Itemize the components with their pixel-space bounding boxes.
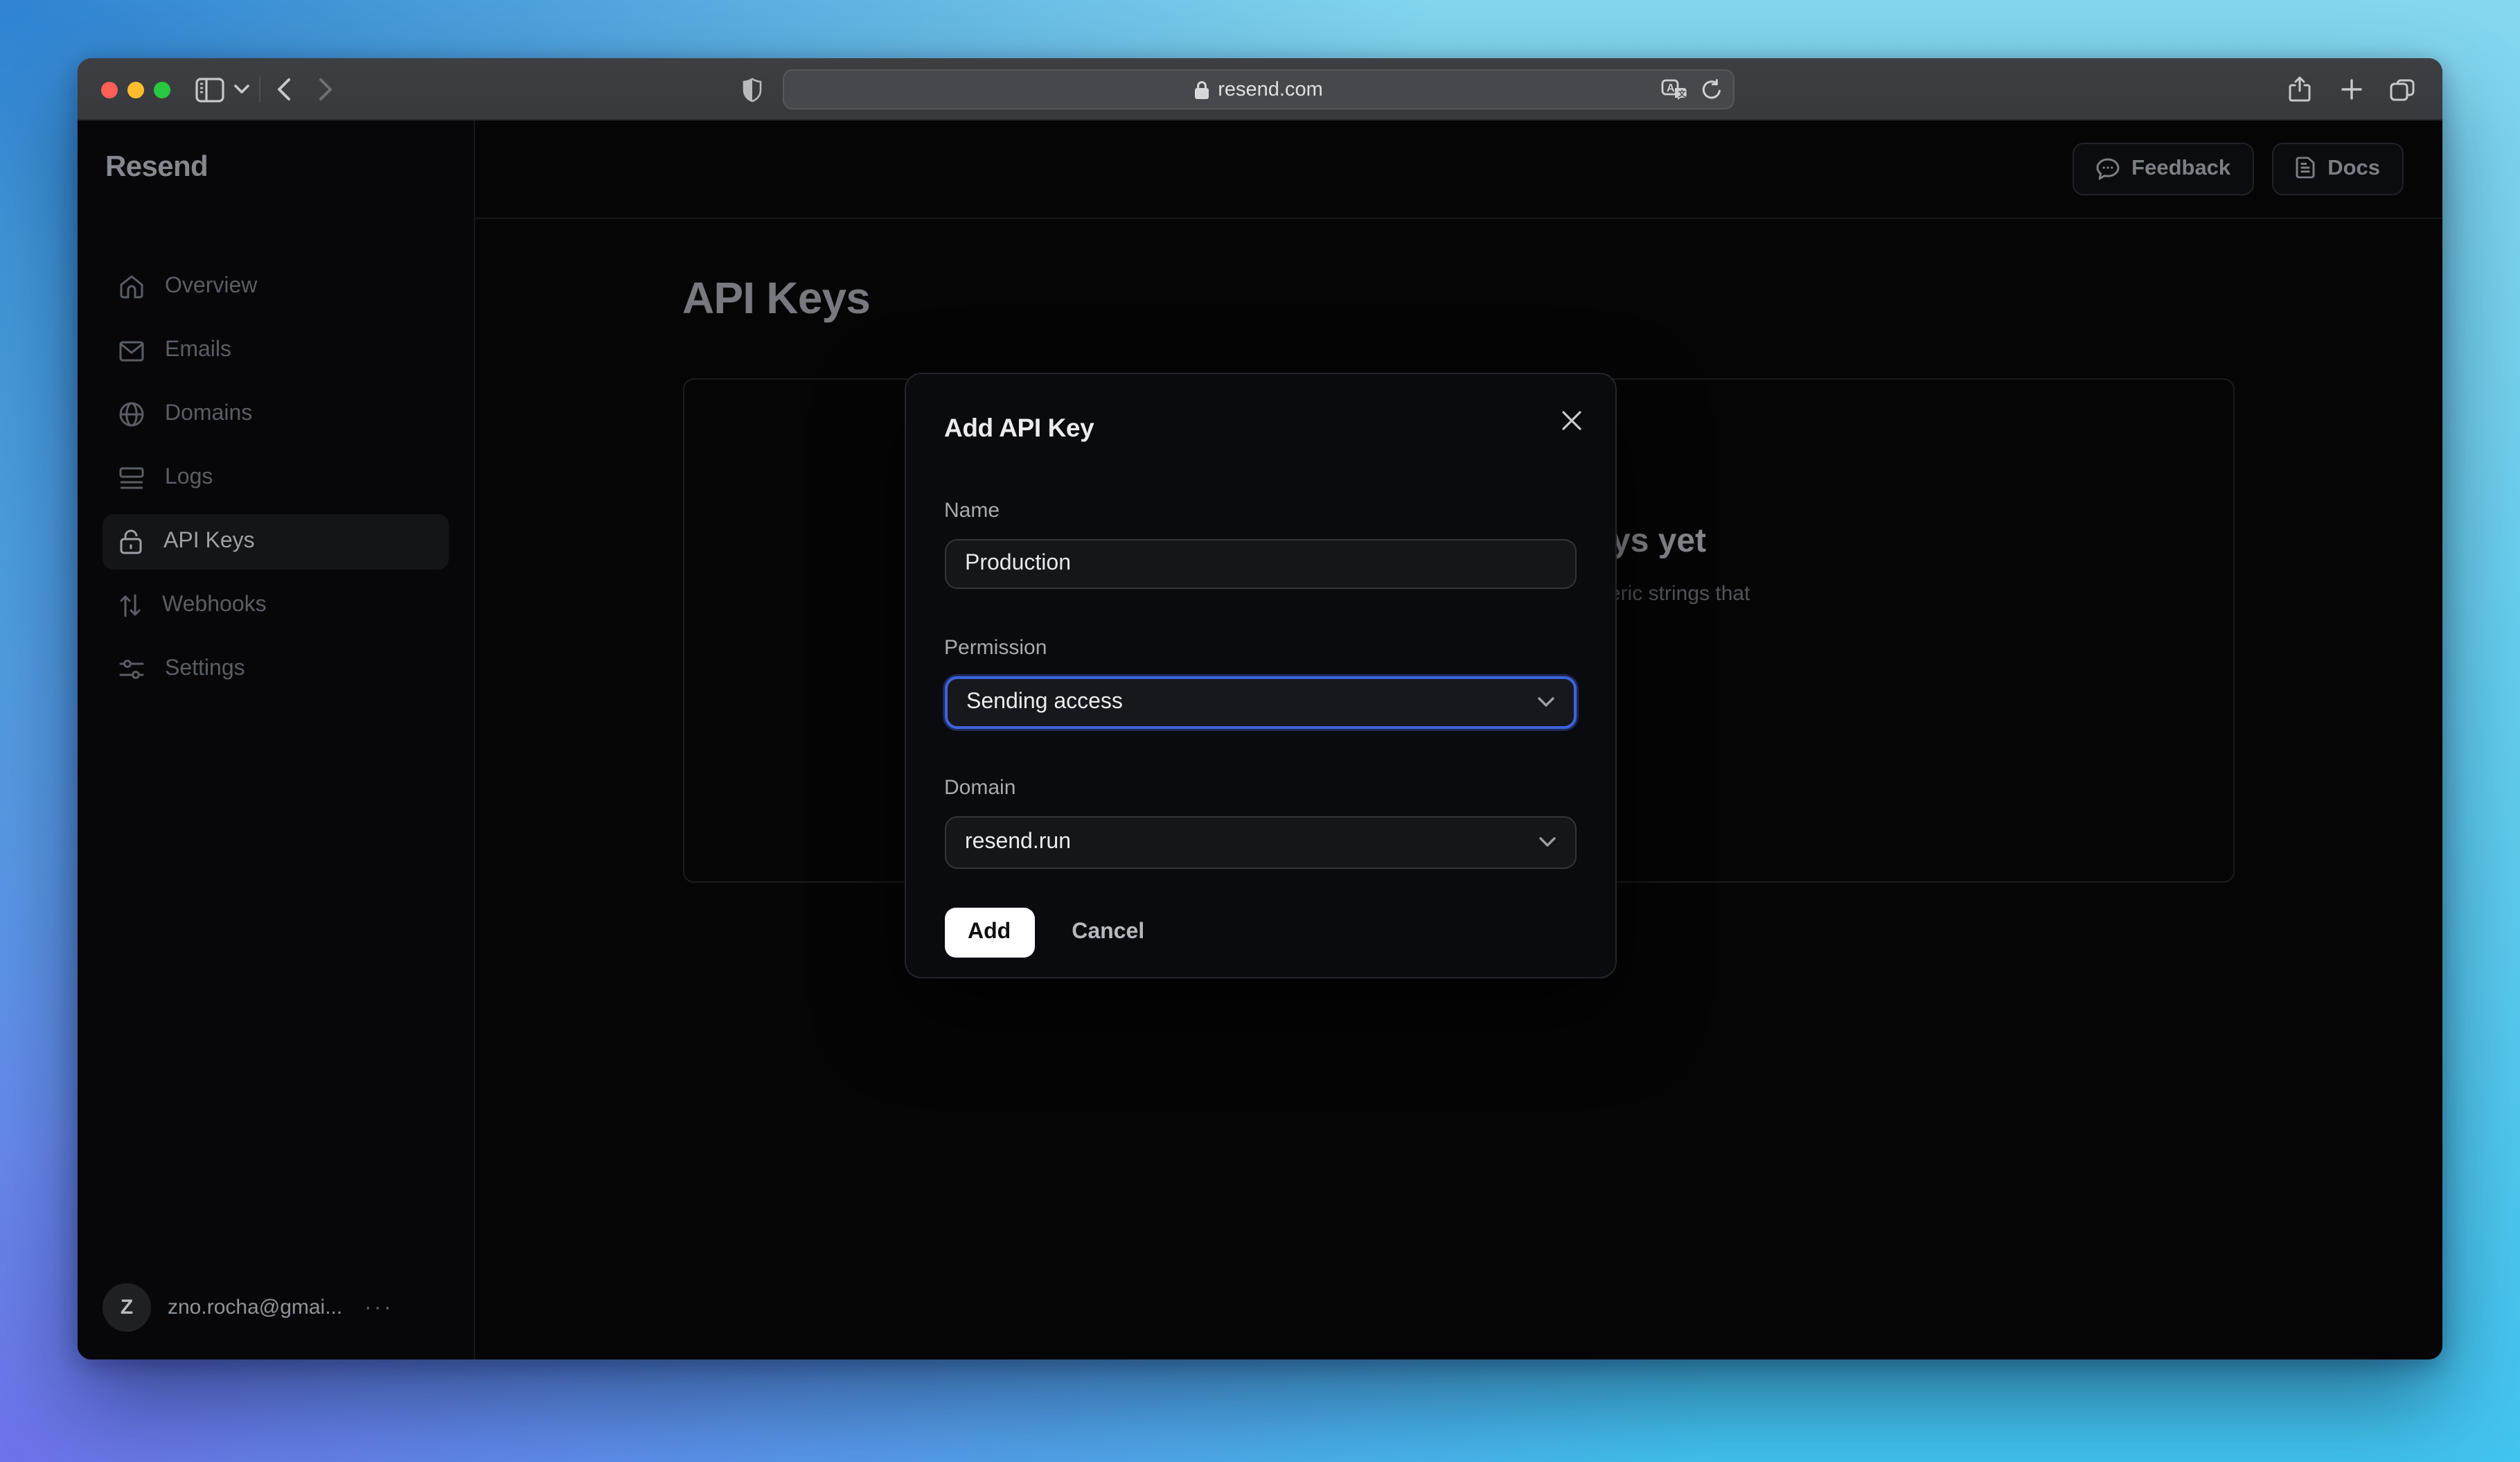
name-input[interactable]: [944, 538, 1576, 588]
content-header: Feedback Docs: [474, 121, 2442, 218]
settings-icon: [119, 660, 144, 679]
zoom-window-button[interactable]: [154, 81, 170, 98]
sidebar-item-label: API Keys: [163, 529, 255, 553]
desktop: resend.com A 文 Resend Overview Emails Do…: [0, 0, 2520, 1462]
mail-icon: [119, 340, 144, 361]
home-icon: [120, 275, 143, 299]
window-controls: [101, 81, 170, 98]
feedback-button[interactable]: Feedback: [2072, 142, 2255, 195]
sidebar-item-overview[interactable]: Overview: [103, 259, 448, 315]
sidebar-item-label: Logs: [165, 466, 213, 489]
chat-bubble-icon: [2095, 158, 2119, 179]
name-field-label: Name: [944, 498, 1000, 522]
sidebar-item-domains[interactable]: Domains: [103, 387, 448, 442]
webhooks-icon: [120, 594, 141, 617]
sidebar-toggle-button[interactable]: [191, 58, 227, 121]
sidebar-item-emails[interactable]: Emails: [103, 323, 448, 378]
browser-toolbar: resend.com A 文: [78, 58, 2442, 121]
permission-select[interactable]: Sending access: [944, 676, 1576, 728]
avatar: Z: [103, 1283, 151, 1332]
sidebar-item-label: Settings: [165, 657, 245, 680]
resend-logo: Resend: [105, 151, 208, 183]
tab-overview-button[interactable]: [2386, 58, 2419, 121]
svg-text:文: 文: [1678, 89, 1687, 98]
globe-icon: [119, 402, 144, 427]
page-title: API Keys: [682, 273, 871, 323]
forward-button[interactable]: [312, 58, 339, 121]
sidebar-item-settings[interactable]: Settings: [103, 642, 448, 697]
sidebar-nav: Overview Emails Domains Logs API Keys We…: [103, 259, 448, 705]
tab-group-chevron-button[interactable]: [230, 58, 252, 121]
chevron-right-icon: [319, 78, 332, 100]
share-icon: [2289, 76, 2311, 102]
privacy-shield-button[interactable]: [737, 58, 767, 121]
cancel-button[interactable]: Cancel: [1072, 919, 1144, 944]
sidebar-item-webhooks[interactable]: Webhooks: [103, 578, 448, 633]
domain-select-value: resend.run: [965, 829, 1071, 853]
document-icon: [2296, 157, 2315, 179]
sidebar: Resend Overview Emails Domains Logs API …: [78, 121, 474, 1359]
user-account[interactable]: Z zno.rocha@gmai... ···: [103, 1283, 393, 1332]
sidebar-panel-icon: [195, 77, 224, 102]
sidebar-item-label: Domains: [165, 402, 253, 425]
browser-window: resend.com A 文 Resend Overview Emails Do…: [78, 58, 2442, 1359]
chevron-left-icon: [278, 78, 290, 100]
toolbar-divider: [259, 76, 260, 103]
url-text: resend.com: [1218, 78, 1323, 100]
chevron-down-icon: [233, 85, 249, 94]
back-button[interactable]: [270, 58, 298, 121]
translate-icon[interactable]: A 文: [1661, 79, 1687, 100]
tabs-icon: [2390, 78, 2415, 100]
empty-state-heading-partial: ys yet: [1612, 522, 1707, 560]
close-window-button[interactable]: [101, 81, 118, 98]
logs-icon: [119, 467, 144, 489]
reload-icon[interactable]: [1701, 78, 1722, 100]
chevron-down-icon: [1537, 697, 1554, 707]
docs-button-label: Docs: [2327, 156, 2380, 180]
address-bar[interactable]: resend.com A 文: [783, 69, 1734, 109]
empty-state-description-partial: eric strings that: [1609, 582, 1750, 606]
sidebar-item-api-keys[interactable]: API Keys: [103, 514, 448, 570]
sidebar-item-label: Overview: [165, 274, 258, 298]
domain-field-label: Domain: [944, 775, 1016, 799]
new-tab-button[interactable]: [2336, 58, 2366, 121]
add-api-key-modal: Add API Key Name Permission Sending acce…: [904, 372, 1616, 978]
chevron-down-icon: [1538, 837, 1555, 847]
permission-select-value: Sending access: [966, 689, 1123, 713]
sidebar-item-label: Emails: [165, 338, 232, 362]
domain-select[interactable]: resend.run: [944, 816, 1576, 868]
minimize-window-button[interactable]: [127, 81, 144, 98]
feedback-button-label: Feedback: [2131, 156, 2231, 180]
user-menu-ellipsis[interactable]: ···: [364, 1296, 393, 1319]
docs-button[interactable]: Docs: [2272, 142, 2404, 195]
plus-icon: [2341, 79, 2361, 100]
user-email: zno.rocha@gmai...: [168, 1296, 343, 1319]
sidebar-item-logs[interactable]: Logs: [103, 450, 448, 506]
share-button[interactable]: [2284, 58, 2315, 121]
sidebar-item-label: Webhooks: [162, 593, 267, 617]
permission-field-label: Permission: [944, 635, 1047, 659]
add-button[interactable]: Add: [944, 907, 1035, 957]
lock-icon: [1195, 80, 1209, 98]
address-bar-content: resend.com: [1194, 78, 1323, 100]
svg-text:A: A: [1667, 82, 1675, 94]
lock-icon: [120, 529, 142, 554]
close-icon: [1561, 410, 1581, 430]
shield-icon: [743, 77, 762, 102]
modal-close-button[interactable]: [1561, 409, 1581, 430]
modal-title: Add API Key: [944, 412, 1094, 441]
